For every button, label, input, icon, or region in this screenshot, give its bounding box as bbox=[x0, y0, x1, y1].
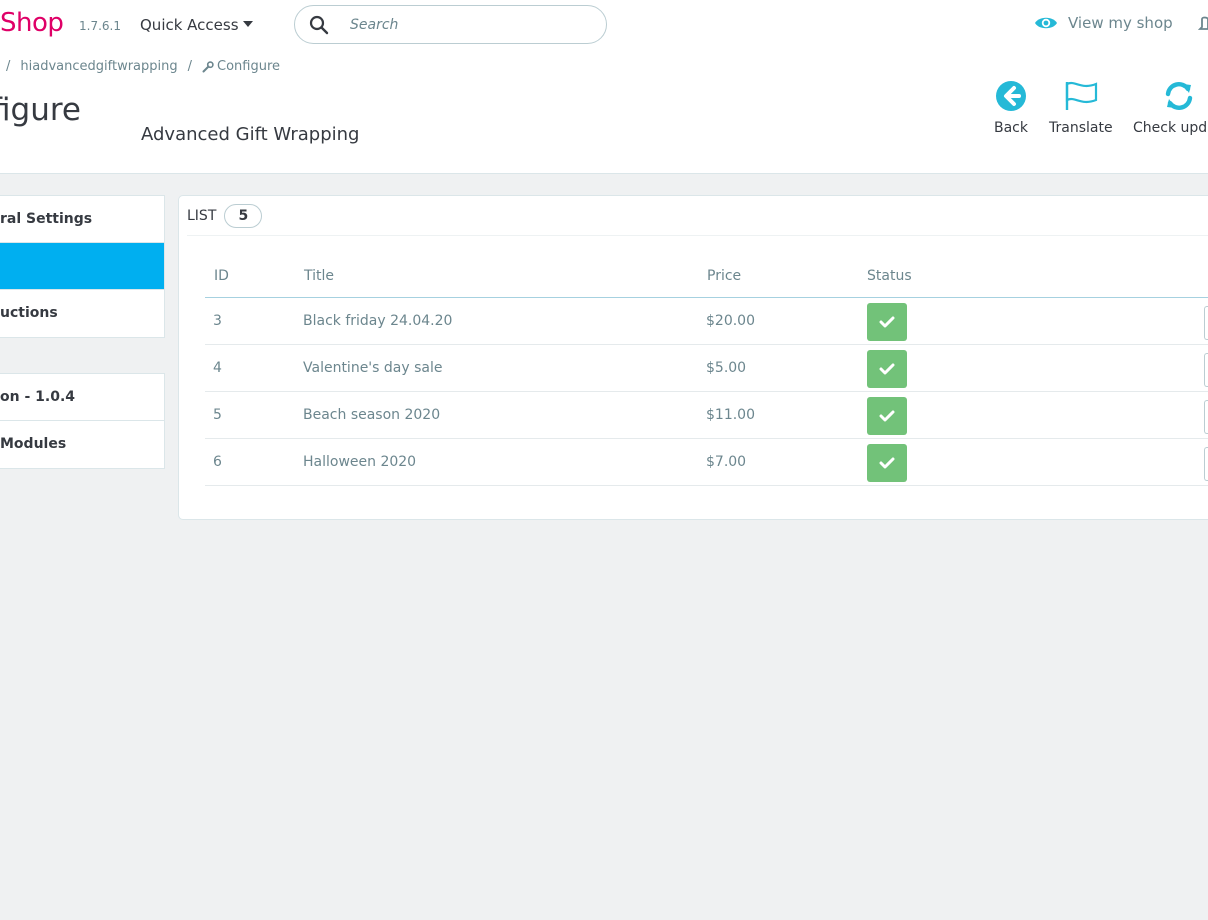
prestashop-logo[interactable]: Shop bbox=[0, 8, 64, 38]
search-input[interactable] bbox=[350, 14, 590, 36]
status-toggle-button[interactable] bbox=[867, 397, 907, 435]
wrench-icon bbox=[202, 60, 214, 72]
flag-icon bbox=[1065, 81, 1097, 110]
column-header-status[interactable]: Status bbox=[867, 268, 912, 284]
settings-menu: ral Settings uctions bbox=[0, 195, 165, 338]
quick-access-dropdown[interactable]: Quick Access bbox=[140, 16, 253, 34]
status-toggle-button[interactable] bbox=[867, 350, 907, 388]
back-label: Back bbox=[994, 120, 1028, 136]
cell-title: Beach season 2020 bbox=[303, 407, 441, 423]
menu-item-modules[interactable]: Modules bbox=[0, 421, 164, 468]
status-toggle-button[interactable] bbox=[867, 444, 907, 482]
back-button[interactable]: Back bbox=[994, 80, 1028, 136]
menu-item-version[interactable]: on - 1.0.4 bbox=[0, 374, 164, 421]
list-panel: LIST 5 ID Title Price Status 3 Black fri… bbox=[178, 195, 1208, 520]
menu-item-general-settings[interactable]: ral Settings bbox=[0, 196, 164, 243]
menu-item-active[interactable] bbox=[0, 243, 164, 290]
cell-id: 6 bbox=[213, 454, 222, 470]
row-action-button[interactable] bbox=[1204, 400, 1208, 434]
column-header-price[interactable]: Price bbox=[707, 268, 741, 284]
panel-heading: LIST 5 bbox=[187, 196, 1208, 236]
search-icon[interactable] bbox=[309, 15, 329, 35]
wrapping-list-table: ID Title Price Status 3 Black friday 24.… bbox=[205, 256, 1208, 486]
breadcrumb-current: Configure bbox=[217, 59, 281, 74]
status-toggle-button[interactable] bbox=[867, 303, 907, 341]
translate-label: Translate bbox=[1049, 120, 1113, 136]
menu-item-instructions[interactable]: uctions bbox=[0, 290, 164, 337]
column-header-title[interactable]: Title bbox=[304, 268, 334, 284]
check-icon bbox=[879, 363, 895, 375]
table-row[interactable]: 6 Halloween 2020 $7.00 bbox=[205, 439, 1208, 486]
check-update-button[interactable]: Check upda bbox=[1133, 80, 1208, 136]
cell-title: Valentine's day sale bbox=[303, 360, 443, 376]
table-header: ID Title Price Status bbox=[205, 256, 1208, 298]
table-row[interactable]: 5 Beach season 2020 $11.00 bbox=[205, 392, 1208, 439]
version-label: 1.7.6.1 bbox=[79, 19, 121, 33]
eye-icon bbox=[1035, 17, 1057, 29]
cell-price: $20.00 bbox=[706, 313, 755, 329]
table-row[interactable]: 3 Black friday 24.04.20 $20.00 bbox=[205, 298, 1208, 345]
refresh-icon bbox=[1165, 82, 1193, 110]
row-action-button[interactable] bbox=[1204, 447, 1208, 481]
caret-down-icon bbox=[242, 21, 253, 27]
page-title: figure bbox=[0, 92, 81, 128]
count-badge: 5 bbox=[224, 203, 263, 228]
cell-id: 5 bbox=[213, 407, 222, 423]
notifications-bell-icon[interactable] bbox=[1198, 15, 1208, 35]
check-icon bbox=[879, 316, 895, 328]
breadcrumb: / hiadvancedgiftwrapping / Configure bbox=[6, 59, 280, 74]
page-subtitle: Advanced Gift Wrapping bbox=[141, 124, 360, 145]
cell-id: 3 bbox=[213, 313, 222, 329]
check-icon bbox=[879, 410, 895, 422]
top-header-bar: Shop 1.7.6.1 Quick Access View my shop bbox=[0, 0, 1208, 50]
cell-title: Halloween 2020 bbox=[303, 454, 417, 470]
row-action-button[interactable] bbox=[1204, 306, 1208, 340]
info-menu: on - 1.0.4 Modules bbox=[0, 373, 165, 469]
translate-button[interactable]: Translate bbox=[1049, 80, 1113, 136]
view-my-shop-label: View my shop bbox=[1068, 14, 1173, 32]
quick-access-label: Quick Access bbox=[140, 16, 239, 34]
cell-price: $11.00 bbox=[706, 407, 755, 423]
cell-price: $7.00 bbox=[706, 454, 747, 470]
cell-id: 4 bbox=[213, 360, 222, 376]
row-action-button[interactable] bbox=[1204, 353, 1208, 387]
breadcrumb-module-link[interactable]: hiadvancedgiftwrapping bbox=[20, 59, 177, 74]
check-update-label: Check upda bbox=[1133, 120, 1208, 136]
arrow-left-circle-icon bbox=[996, 81, 1026, 111]
column-header-id[interactable]: ID bbox=[214, 268, 229, 284]
check-icon bbox=[879, 457, 895, 469]
search-box[interactable] bbox=[294, 5, 607, 44]
view-my-shop-link[interactable]: View my shop bbox=[1034, 14, 1173, 32]
table-row[interactable]: 4 Valentine's day sale $5.00 bbox=[205, 345, 1208, 392]
breadcrumb-separator: / bbox=[187, 59, 193, 74]
cell-price: $5.00 bbox=[706, 360, 747, 376]
page-head: / hiadvancedgiftwrapping / Configure fig… bbox=[0, 50, 1208, 174]
cell-title: Black friday 24.04.20 bbox=[303, 313, 453, 329]
panel-title: LIST bbox=[187, 207, 217, 224]
breadcrumb-separator: / bbox=[6, 59, 11, 74]
